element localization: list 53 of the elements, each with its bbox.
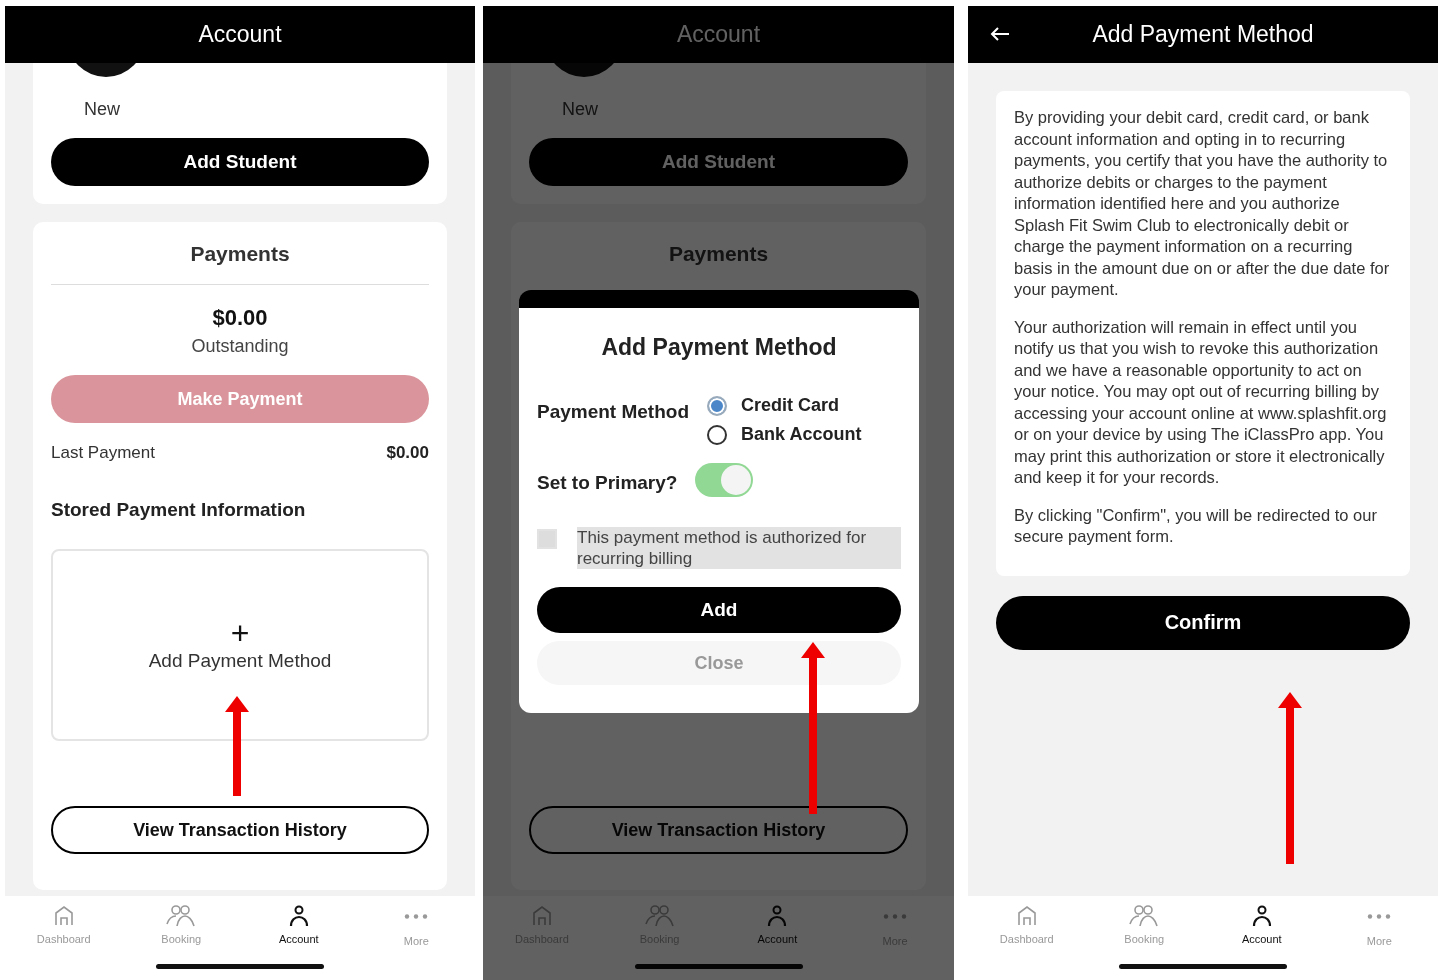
screen-title: Account [676, 21, 761, 48]
view-transaction-history-button[interactable]: View Transaction History [529, 806, 908, 854]
authorization-paragraph: By clicking "Confirm", you will be redirected to our secure payment form. [1014, 504, 1378, 547]
radio-icon[interactable] [707, 395, 728, 416]
last-payment-label: Last Payment [51, 443, 155, 463]
more-dots-icon [1367, 914, 1392, 919]
nav-tab[interactable]: Dashboard [968, 904, 1086, 947]
radio-option[interactable]: Credit Card [707, 395, 862, 416]
close-button[interactable]: Close [537, 641, 901, 685]
nav-tab[interactable]: Dashboard [5, 904, 123, 947]
confirm-button[interactable]: Confirm [996, 595, 1410, 650]
add-payment-method-label: Add Payment Method [148, 650, 332, 672]
student-name: New [562, 99, 598, 120]
stored-payment-heading: Stored Payment Information [51, 499, 306, 521]
add-button[interactable]: Add [537, 587, 901, 633]
add-payment-method-tile[interactable]: + Add Payment Method [51, 549, 429, 741]
payment-method-label: Payment Method [537, 401, 690, 423]
people-icon [165, 904, 198, 928]
set-primary-label: Set to Primary? [537, 472, 678, 494]
radio-label: Credit Card [741, 395, 840, 416]
payments-heading: Payments [668, 242, 769, 266]
primary-toggle[interactable] [695, 463, 754, 497]
authorization-paragraph: By providing your debit card, credit card, or bank account information and opting in to recurring payments, you certify that you have the authority to authorize debits or charges to the payment information identified here and you authorize Splash Fit Swim Club to electronically debit or charge the payment information on a recurring basis in the amount due on or after the due date for your payment. [1014, 107, 1391, 300]
people-icon [643, 904, 676, 928]
more-dots-icon [883, 914, 908, 919]
nav-tab[interactable]: Booking [122, 904, 240, 947]
nav-tab[interactable]: Account [1203, 904, 1321, 947]
radio-option[interactable]: Bank Account [707, 424, 862, 445]
dialog-title: Add Payment Method [601, 334, 837, 361]
radio-icon[interactable] [707, 424, 728, 445]
screen-title: Account [198, 21, 282, 48]
last-payment-amount: $0.00 [386, 443, 429, 463]
authorization-checkbox-label: This payment method is authorized for recurring billing [577, 527, 901, 569]
outstanding-amount: $0.00 [212, 305, 268, 331]
nav-tab[interactable]: More [357, 904, 475, 947]
outstanding-label: Outstanding [191, 336, 289, 357]
nav-tab[interactable]: Booking [1085, 904, 1203, 947]
payments-heading: Payments [190, 242, 290, 266]
radio-label: Bank Account [741, 424, 862, 445]
view-transaction-history-button[interactable]: View Transaction History [51, 806, 429, 854]
add-student-button[interactable]: Add Student [529, 138, 908, 186]
add-student-button[interactable]: Add Student [51, 138, 429, 186]
people-icon [1128, 904, 1161, 928]
authorization-paragraph: Your authorization will remain in effect until you notify us that you wish to revoke this authorization and we have a reasonable opportunity to act on your notice. You may opt out of recurring billing by accessing your account online at www.splashfit.org or on your device by using The iClassPro app. You may print this authorization or store it electronically and keep it for your records. [1014, 316, 1388, 488]
nav-tab[interactable]: Account [240, 904, 358, 947]
screen-title: Add Payment Method [1092, 21, 1314, 48]
nav-tab[interactable]: More [1320, 904, 1438, 947]
plus-icon: + [230, 618, 250, 648]
student-name: New [84, 99, 120, 120]
checkbox[interactable] [537, 529, 557, 549]
nav-tab[interactable]: Account [718, 904, 837, 947]
back-arrow-icon[interactable] [990, 26, 1010, 42]
more-dots-icon [404, 914, 429, 919]
